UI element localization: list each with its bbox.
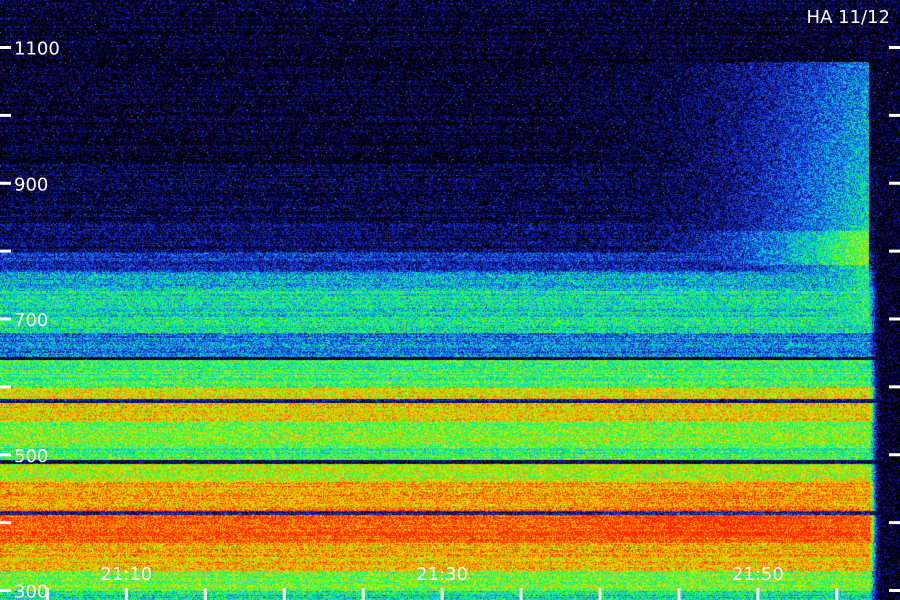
x-tick-label: 21:10 bbox=[100, 564, 152, 585]
y-tick-label: 700 bbox=[14, 310, 48, 331]
chart-title: HA 11/12 bbox=[807, 7, 890, 28]
y-axis-left bbox=[0, 46, 11, 592]
y-tick-label: 1100 bbox=[14, 39, 60, 60]
y-tick-labels: 1100 900 700 500 300 bbox=[14, 39, 60, 600]
y-tick-label: 500 bbox=[14, 446, 48, 467]
x-tick-label: 21:30 bbox=[416, 564, 468, 585]
y-axis-right bbox=[889, 46, 900, 592]
x-tick-labels: 21:10 21:30 21:50 bbox=[100, 564, 783, 585]
chart-axes-overlay: 21:10 21:30 21:50 1100 900 700 500 300 HA 11/1… bbox=[0, 7, 900, 600]
x-tick-label: 21:50 bbox=[732, 564, 784, 585]
x-axis bbox=[45, 588, 839, 600]
y-tick-label: 900 bbox=[14, 174, 48, 195]
y-tick-label: 300 bbox=[14, 581, 48, 600]
